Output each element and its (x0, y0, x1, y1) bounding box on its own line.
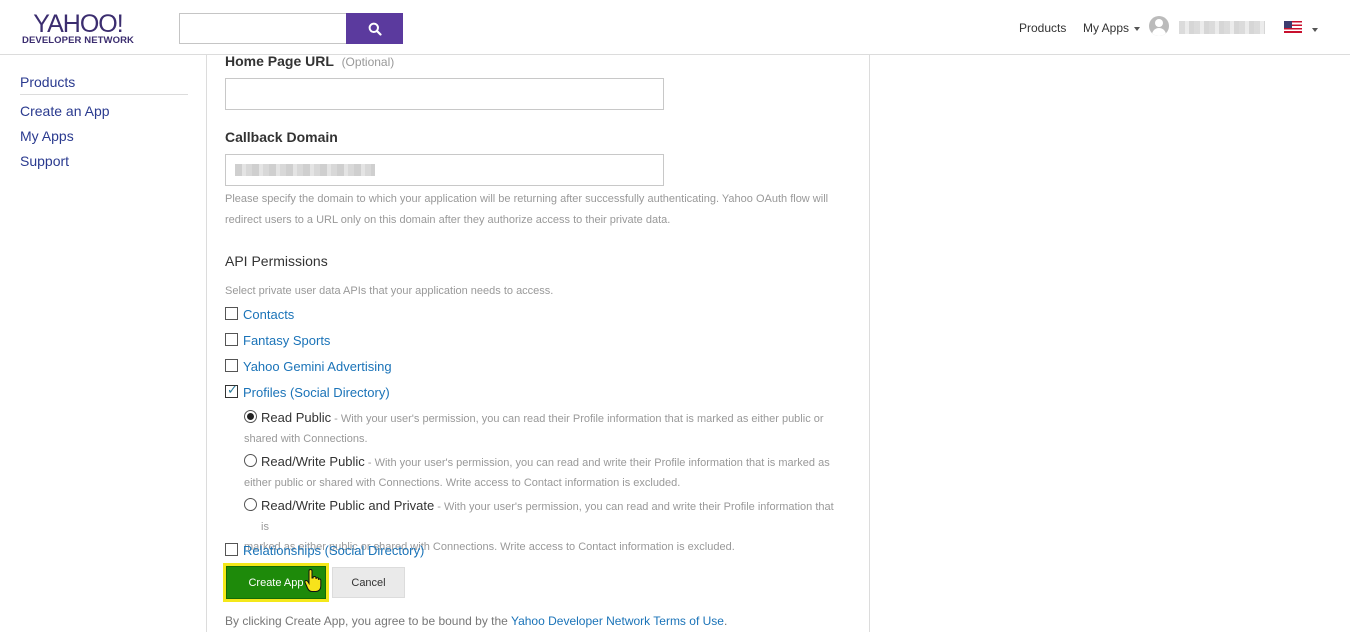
checkbox-gemini-advertising[interactable] (225, 359, 238, 372)
api-permissions-help: Select private user data APIs that your … (225, 285, 554, 297)
callback-help-line-2: redirect users to a URL only on this dom… (225, 213, 671, 226)
home-page-url-label-text: Home Page URL (225, 53, 334, 69)
search-icon (368, 22, 382, 36)
nav-my-apps-label: My Apps (1083, 20, 1130, 35)
search-button[interactable] (346, 13, 403, 44)
permission-gemini-advertising-link[interactable]: Yahoo Gemini Advertising (243, 359, 392, 374)
permission-fantasy-sports-link[interactable]: Fantasy Sports (243, 333, 330, 348)
terms-prefix: By clicking Create App, you agree to be … (225, 614, 511, 628)
hand-pointer-icon (304, 569, 322, 592)
username-redacted[interactable] (1179, 21, 1265, 34)
callback-domain-redacted-value (235, 164, 375, 176)
option-read-write-public: Read/Write Public - With your user's per… (244, 452, 844, 493)
radio-read-write-public-desc-2: either public or shared with Connections… (244, 477, 681, 489)
option-read-public: Read Public - With your user's permissio… (244, 408, 844, 449)
sidebar: Products Create an App My Apps Support (0, 55, 206, 632)
callback-domain-input[interactable] (225, 154, 664, 186)
permission-contacts-link[interactable]: Contacts (243, 307, 294, 322)
checkbox-contacts[interactable] (225, 307, 238, 320)
cancel-button[interactable]: Cancel (332, 567, 405, 598)
callback-domain-help: Please specify the domain to which your … (225, 189, 845, 230)
sidebar-item-create-app[interactable]: Create an App (20, 103, 110, 119)
checkbox-profiles[interactable]: ✓ (225, 382, 238, 398)
radio-read-write-public-private-label[interactable]: Read/Write Public and Private (261, 498, 434, 513)
radio-read-write-public-label[interactable]: Read/Write Public (261, 454, 365, 469)
search-input[interactable] (179, 13, 347, 44)
api-permissions-title: API Permissions (225, 253, 328, 269)
radio-read-public-desc-2: shared with Connections. (244, 433, 368, 445)
create-app-form: Home Page URL (Optional) Callback Domain… (206, 53, 870, 632)
terms-suffix: . (723, 614, 728, 628)
top-header: YAHOO! DEVELOPER NETWORK Products My App… (0, 0, 1350, 55)
nav-products[interactable]: Products (1019, 0, 1066, 55)
nav-my-apps-dropdown[interactable]: My Apps (1083, 0, 1141, 55)
chevron-down-icon (1134, 26, 1141, 31)
logo-subtitle: DEVELOPER NETWORK (22, 35, 135, 46)
callback-help-line-1: Please specify the domain to which your … (225, 193, 829, 205)
us-flag-icon[interactable] (1284, 21, 1302, 33)
sidebar-divider (20, 94, 188, 95)
sidebar-item-my-apps[interactable]: My Apps (20, 128, 74, 144)
logo-wordmark: YAHOO! (33, 10, 123, 38)
user-avatar-icon[interactable] (1149, 16, 1169, 36)
chevron-down-icon[interactable] (1312, 28, 1318, 32)
callback-domain-label: Callback Domain (225, 129, 338, 145)
terms-of-use-link[interactable]: Yahoo Developer Network Terms of Use (511, 614, 724, 628)
terms-notice: By clicking Create App, you agree to be … (225, 614, 727, 628)
checkbox-relationships[interactable] (225, 543, 238, 556)
yahoo-developer-logo[interactable]: YAHOO! DEVELOPER NETWORK (22, 12, 134, 46)
nav-products-label: Products (1019, 20, 1067, 35)
permission-profiles-link[interactable]: Profiles (Social Directory) (243, 385, 390, 400)
radio-read-public-desc-1: - With your user's permission, you can r… (331, 413, 824, 425)
permission-relationships-link[interactable]: Relationships (Social Directory) (243, 543, 424, 558)
radio-read-public-label[interactable]: Read Public (261, 410, 331, 425)
checkbox-fantasy-sports[interactable] (225, 333, 238, 346)
checkmark-icon: ✓ (227, 382, 238, 397)
optional-tag: (Optional) (341, 55, 395, 69)
sidebar-item-support[interactable]: Support (20, 153, 69, 169)
home-page-url-input[interactable] (225, 78, 664, 110)
home-page-url-label: Home Page URL (Optional) (225, 53, 394, 69)
sidebar-item-products[interactable]: Products (20, 74, 75, 90)
radio-read-write-public-desc-1: - With your user's permission, you can r… (364, 457, 830, 469)
